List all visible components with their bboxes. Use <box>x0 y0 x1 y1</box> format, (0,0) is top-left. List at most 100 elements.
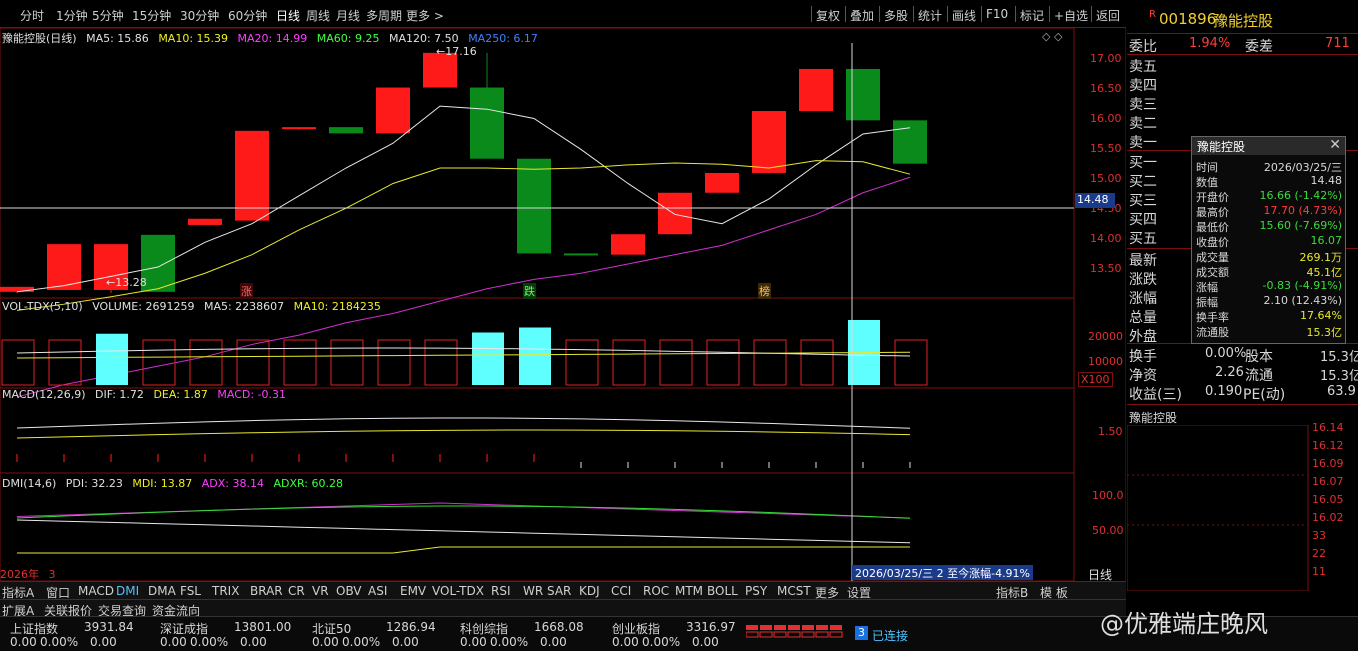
indicator-tab[interactable]: WR <box>523 584 543 598</box>
indicator-tab[interactable]: FSL <box>180 584 201 598</box>
mini-axis-label: 33 <box>1312 529 1326 542</box>
tooltip-value: 15.3亿 <box>1306 326 1343 339</box>
indicator-tab[interactable]: MACD <box>78 584 114 598</box>
indicator-tab[interactable]: EMV <box>400 584 426 598</box>
sell-level-label: 卖一 <box>1129 135 1157 151</box>
indicator-tab[interactable]: DMA <box>148 584 176 598</box>
tooltip-row: 开盘价 16.66 (-1.42%) <box>1196 189 1342 204</box>
indicator-tab[interactable]: BRAR <box>250 584 283 598</box>
period-tab[interactable]: 日线 <box>276 7 300 24</box>
toolbar-separator <box>913 6 914 22</box>
toolbar-separator <box>947 6 948 22</box>
index-change: 0.00 <box>10 635 37 649</box>
mini-axis-label: 22 <box>1312 547 1326 560</box>
macd-dea: DEA: 1.87 <box>153 388 208 401</box>
collapse-icon[interactable]: ◇ ◇ <box>1042 30 1062 43</box>
indicator-tab[interactable]: OBV <box>336 584 362 598</box>
close-icon[interactable]: ✕ <box>1329 137 1341 153</box>
indicator-tab[interactable]: CCI <box>611 584 631 598</box>
indicator-tab[interactable]: MTM <box>675 584 703 598</box>
meter-cell <box>829 631 843 638</box>
ma5-legend: MA5: 15.86 <box>86 32 149 45</box>
toolbar-button[interactable]: 多股 <box>884 7 908 24</box>
vol-ma10-line <box>16 351 911 359</box>
candle-body <box>376 87 410 134</box>
weibi-value: 1.94% <box>1189 36 1231 51</box>
mdi-line <box>17 546 910 554</box>
indicator-tab[interactable]: ROC <box>643 584 669 598</box>
tooltip-value: 17.70 (4.73%) <box>1263 204 1342 217</box>
meter-cell <box>802 625 814 630</box>
price-tick-label: 17.00 <box>1090 52 1122 65</box>
indicator-tab[interactable]: VOL-TDX <box>432 584 484 598</box>
zhang-marker[interactable]: 涨 <box>240 283 253 299</box>
tooltip-key: 数值 <box>1196 176 1218 189</box>
toolbar-button[interactable]: 统计 <box>918 7 942 24</box>
tooltip-key: 流通股 <box>1196 326 1229 339</box>
candle-body <box>517 158 551 254</box>
tooltip-value: 15.60 (-7.69%) <box>1259 219 1342 232</box>
indicator-tab[interactable]: BOLL <box>707 584 738 598</box>
vol-ma10: MA10: 2184235 <box>293 300 381 313</box>
period-tab[interactable]: 1分钟 <box>56 7 88 24</box>
pe-label: PE(动) <box>1243 387 1286 403</box>
period-tab[interactable]: 60分钟 <box>228 7 267 24</box>
dmi-adx: ADX: 38.14 <box>201 477 264 490</box>
tooltip-value: 17.64% <box>1300 309 1342 322</box>
price-tick-label: 16.00 <box>1090 112 1122 125</box>
meter-cell <box>759 631 773 638</box>
volume-bar <box>472 332 504 385</box>
mini-chart-title: 豫能控股 <box>1129 411 1178 425</box>
tooltip-row: 换手率 17.64% <box>1196 309 1342 324</box>
connection-status[interactable]: 已连接 <box>872 627 908 644</box>
sell-level-label: 卖五 <box>1129 59 1157 75</box>
indicator-tab[interactable]: RSI <box>491 584 511 598</box>
netasset-label: 净资 <box>1129 368 1157 384</box>
indicator-tab[interactable]: CR <box>288 584 305 598</box>
period-tab[interactable]: 更多 > <box>406 7 444 24</box>
toolbar-button[interactable]: +自选 <box>1054 7 1088 24</box>
dea-line <box>16 429 911 439</box>
index-value: 1286.94 <box>386 620 436 634</box>
indicator-tab[interactable]: KDJ <box>579 584 600 598</box>
indicator-tab[interactable]: SAR <box>547 584 571 598</box>
tooltip-key: 收盘价 <box>1196 236 1229 249</box>
price-tick-label: 15.50 <box>1090 142 1122 155</box>
meter-cell <box>746 625 758 630</box>
indicator-tab[interactable]: TRIX <box>212 584 239 598</box>
index-change: 0.00 <box>312 635 339 649</box>
indicator-tab[interactable]: PSY <box>745 584 767 598</box>
tooltip-key: 振幅 <box>1196 296 1218 309</box>
toolbar-button[interactable]: F10 <box>986 7 1008 21</box>
period-tab[interactable]: 分时 <box>20 7 44 24</box>
period-tab[interactable]: 多周期 <box>366 7 402 24</box>
period-tab[interactable]: 周线 <box>306 7 330 24</box>
toolbar-button[interactable]: 标记 <box>1020 7 1044 24</box>
indicator-tab[interactable]: ASI <box>368 584 387 598</box>
die-marker[interactable]: 跌 <box>523 283 536 299</box>
toolbar-separator <box>1049 6 1050 22</box>
period-tab[interactable]: 5分钟 <box>92 7 124 24</box>
index-change: 0.00 <box>612 635 639 649</box>
connection-badge: 3 <box>855 626 868 640</box>
low-annotation: ←13.28 <box>106 276 147 289</box>
period-tab[interactable]: 15分钟 <box>132 7 171 24</box>
turnover-label: 换手 <box>1129 349 1157 365</box>
earnings-value: 0.190 <box>1205 384 1243 399</box>
bang-marker[interactable]: 榜 <box>758 283 771 299</box>
indicator-tab[interactable]: DMI <box>116 584 139 598</box>
candle-body <box>705 172 739 193</box>
volume-bar <box>330 339 364 386</box>
indicator-tab[interactable]: VR <box>312 584 329 598</box>
indicator-tab[interactable]: MCST <box>777 584 811 598</box>
toolbar-button[interactable]: 返回 <box>1096 7 1120 24</box>
ohlc-tooltip: 豫能控股 ✕ 时间 2026/03/25/三 数值 14.48 开盘价 16.66 (-1… <box>1191 136 1346 344</box>
period-tab[interactable]: 月线 <box>336 7 360 24</box>
toolbar-button[interactable]: 叠加 <box>850 7 874 24</box>
toolbar-button[interactable]: 复权 <box>816 7 840 24</box>
mini-axis-label: 16.07 <box>1312 475 1344 488</box>
index-amount: 0.00 <box>90 635 117 649</box>
meter-cell <box>801 631 815 638</box>
toolbar-button[interactable]: 画线 <box>952 7 976 24</box>
period-tab[interactable]: 30分钟 <box>180 7 219 24</box>
